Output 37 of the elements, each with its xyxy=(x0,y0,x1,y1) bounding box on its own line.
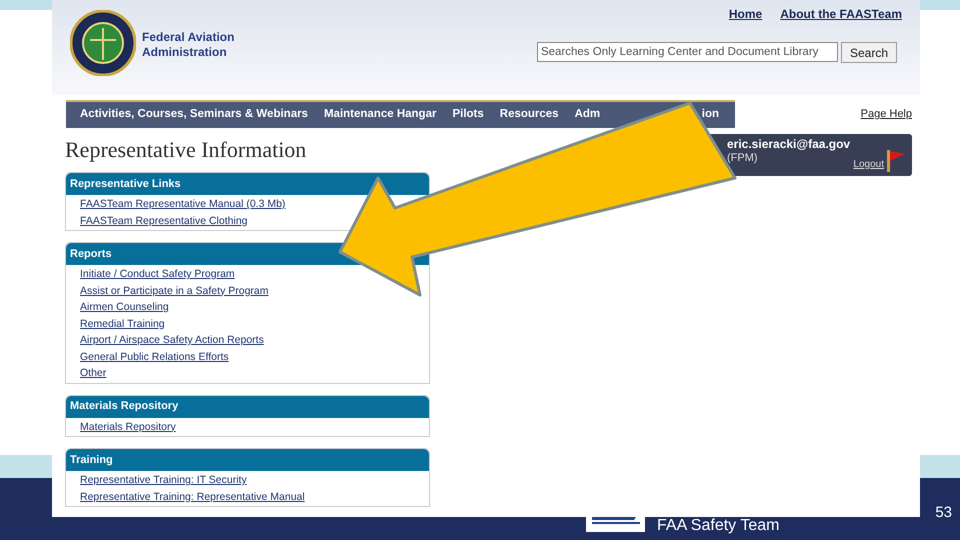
panel-header: Training xyxy=(66,449,429,471)
panel-link[interactable]: Materials Repository xyxy=(80,418,176,435)
panel-header: Representative Links xyxy=(66,173,429,195)
panel-link[interactable]: Airmen Counseling xyxy=(80,299,169,316)
org-name: Federal Aviation Administration xyxy=(142,30,236,61)
panel-link[interactable]: General Public Relations Efforts xyxy=(80,348,229,365)
panel-link[interactable]: Assist or Participate in a Safety Program xyxy=(80,282,268,299)
slide-number: 53 xyxy=(935,502,952,522)
faa-seal-icon xyxy=(70,10,136,76)
logout-link[interactable]: Logout xyxy=(853,157,884,172)
nav-menu-item[interactable]: ion xyxy=(702,106,719,124)
nav-menu-item[interactable]: Pilots xyxy=(452,106,484,124)
user-role: (FPM) xyxy=(727,151,759,165)
panel-link[interactable]: Airport / Airspace Safety Action Reports xyxy=(80,332,264,348)
panel-link[interactable]: Representative Training: Representative Manual xyxy=(80,488,305,505)
search-field[interactable]: Searches Only Learning Center and Document Library xyxy=(536,42,838,62)
search-button[interactable]: Search xyxy=(840,42,897,63)
nav-menu-item[interactable]: Activities, Courses, Seminars & Webinars xyxy=(80,106,308,124)
slide-accent-band xyxy=(0,0,52,10)
panel-header: Materials Repository xyxy=(66,396,429,418)
page-help-link[interactable]: Page Help xyxy=(860,106,912,122)
nav-menu-item[interactable]: Adm xyxy=(574,106,600,124)
nav-menu-item[interactable]: Resources xyxy=(500,106,559,124)
slide-accent-band xyxy=(920,0,960,10)
nav-menu-item[interactable]: Maintenance Hangar xyxy=(324,106,436,124)
panel-link[interactable]: Remedial Training xyxy=(80,316,165,332)
panel-link[interactable]: Initiate / Conduct Safety Program xyxy=(80,266,235,282)
flag-icon xyxy=(886,148,906,172)
page-title: Representative Information xyxy=(65,137,308,163)
top-nav-link[interactable]: Home xyxy=(728,5,762,23)
panel-link[interactable]: FAASTeam Representative Manual (0.3 Mb) xyxy=(80,196,286,212)
top-nav-link[interactable]: About the FAASTeam xyxy=(780,5,902,23)
user-email: eric.sieracki@faa.gov xyxy=(727,137,850,151)
panel-link[interactable]: Representative Training: IT Security xyxy=(80,472,247,488)
panel-link[interactable]: FAASTeam Representative Clothing xyxy=(80,212,248,229)
panel-link[interactable]: Other xyxy=(80,365,106,382)
team-name: FAA Safety Team xyxy=(657,516,780,536)
